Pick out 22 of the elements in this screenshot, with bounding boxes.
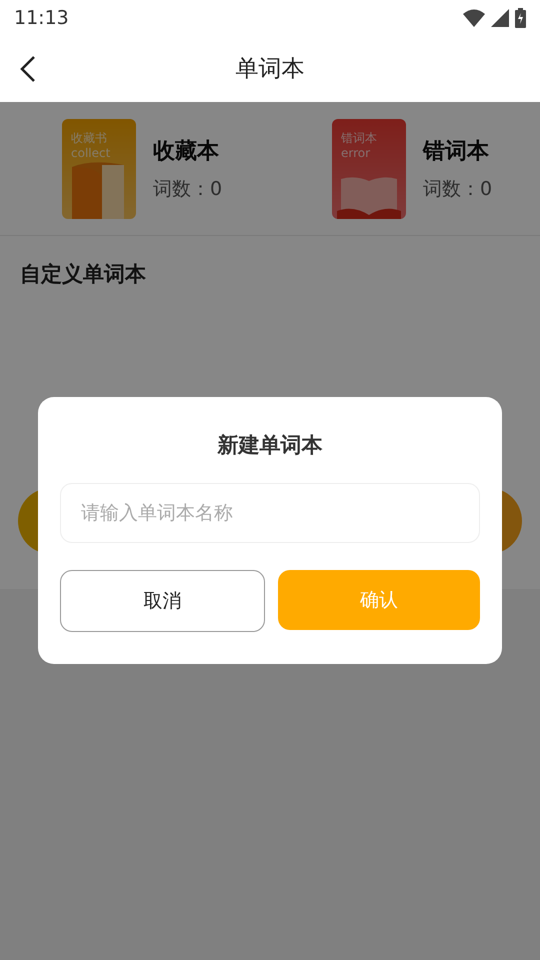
word-count: 词数：0 xyxy=(423,176,492,202)
back-icon[interactable] xyxy=(20,55,36,83)
page-title: 单词本 xyxy=(236,55,304,84)
name-input-field[interactable]: 请输入单词本名称 xyxy=(60,483,480,543)
cover-subtitle: collect xyxy=(71,146,112,160)
word-count: 词数：0 xyxy=(153,176,222,202)
wordbook-name: 错词本 xyxy=(423,138,490,166)
battery-icon xyxy=(515,8,526,28)
wifi-icon xyxy=(463,8,485,26)
book-cover[interactable]: 收藏书 collect xyxy=(62,118,136,218)
dialog-title: 新建单词本 xyxy=(218,432,322,459)
cover-title: 收藏书 xyxy=(71,130,108,146)
confirm-button[interactable]: 确认 xyxy=(278,570,480,630)
book-cover[interactable]: 错词本 error xyxy=(332,118,406,218)
section-title: 自定义单词本 xyxy=(20,261,147,288)
status-time: 11:13 xyxy=(14,6,69,28)
cancel-button[interactable]: 取消 xyxy=(60,570,264,632)
cover-subtitle: error xyxy=(341,146,372,160)
cover-title: 错词本 xyxy=(341,130,378,146)
wordbook-name: 收藏本 xyxy=(153,138,220,166)
open-book-icon xyxy=(337,174,401,218)
signal-icon xyxy=(491,8,509,26)
